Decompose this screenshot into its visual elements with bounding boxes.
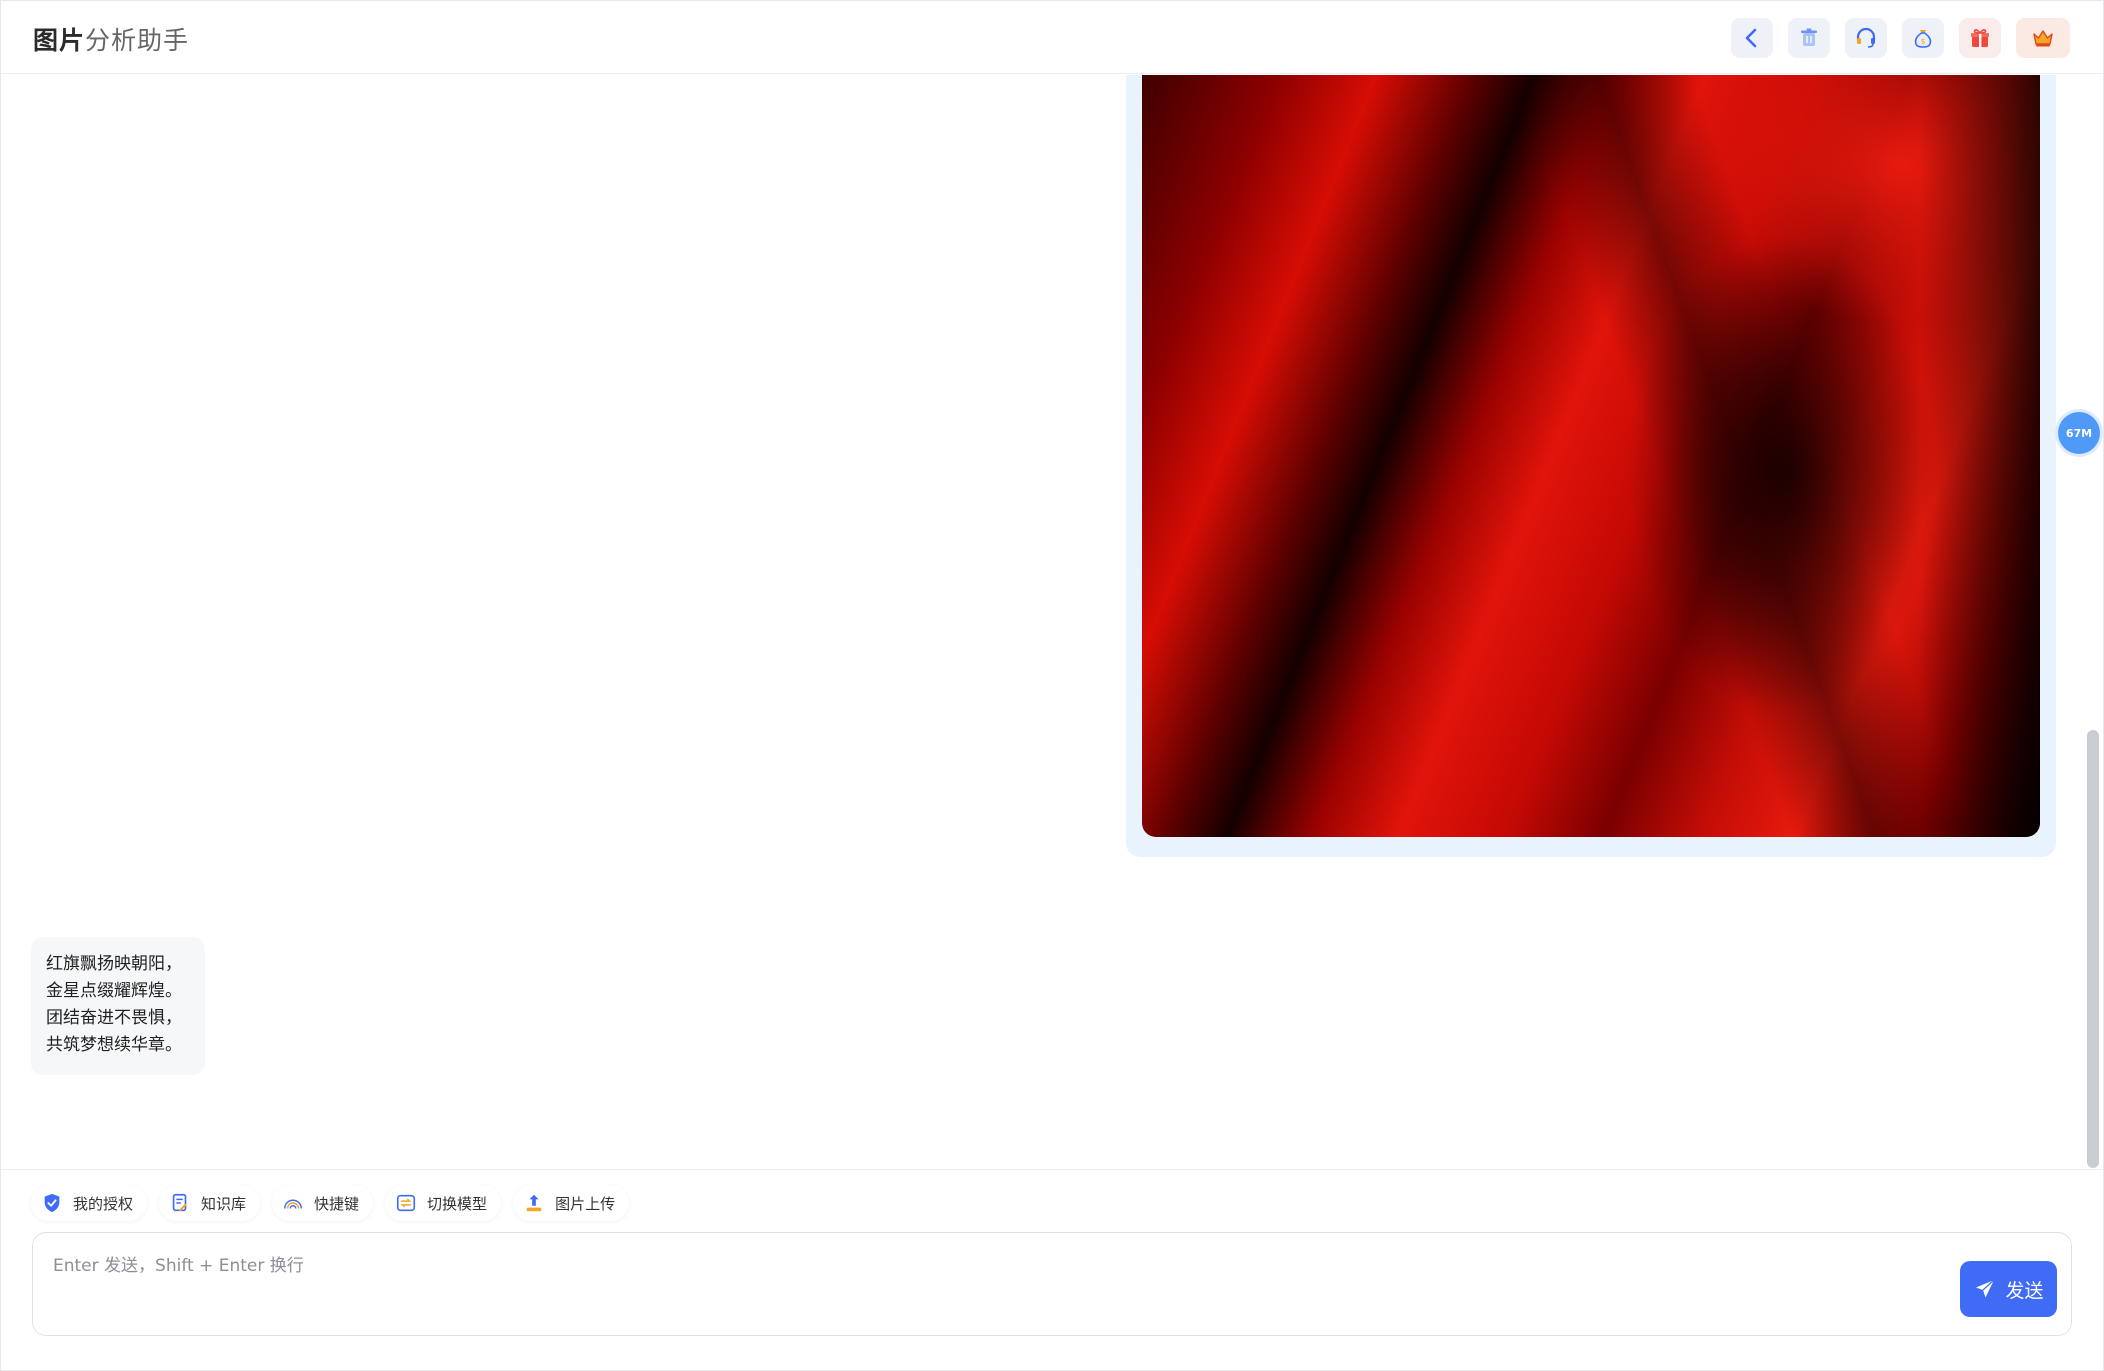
shield-check-icon	[44, 1193, 60, 1213]
tool-label: 快捷键	[314, 1194, 360, 1213]
trash-icon	[1801, 28, 1817, 46]
my-authorization-button[interactable]: 我的授权	[31, 1185, 148, 1221]
wallet-button[interactable]: $	[1902, 18, 1944, 58]
user-image-message	[1126, 75, 2056, 857]
gift-button[interactable]	[1959, 18, 2001, 58]
send-button-label: 发送	[2005, 1279, 2044, 1302]
app-title: 图片分析助手	[33, 21, 189, 57]
back-icon	[1745, 28, 1757, 48]
crown-icon	[2033, 30, 2053, 47]
poem-line: 红旗飘扬映朝阳，	[46, 954, 182, 974]
tool-label: 知识库	[201, 1194, 247, 1213]
tool-label: 切换模型	[427, 1194, 488, 1213]
composer-area: 我的授权 知识库 快捷键 切换模型 图片上传 发送	[1, 1169, 2103, 1369]
vip-button[interactable]	[2016, 18, 2070, 58]
app-title-part2: 分析助手	[85, 26, 190, 55]
app-window: 图片分析助手 $ 红旗飘扬映朝阳， 金星点缀耀辉煌。 团结奋进不畏惧， 共筑梦想…	[0, 0, 2104, 1371]
gift-icon	[1971, 29, 1989, 47]
assistant-message: 红旗飘扬映朝阳， 金星点缀耀辉煌。 团结奋进不畏惧， 共筑梦想续华章。	[31, 937, 205, 1075]
back-button[interactable]	[1731, 18, 1773, 58]
shortcuts-button[interactable]: 快捷键	[272, 1185, 374, 1221]
header-bar: 图片分析助手 $	[1, 1, 2103, 74]
poem-line: 共筑梦想续华章。	[46, 1035, 182, 1055]
rainbow-icon	[284, 1199, 303, 1209]
memory-usage-badge[interactable]: 67M	[2058, 412, 2100, 454]
svg-text:$: $	[1920, 37, 1925, 46]
send-button[interactable]: 发送	[1960, 1261, 2057, 1317]
headset-icon	[1856, 27, 1876, 48]
message-input[interactable]	[53, 1251, 1953, 1311]
app-title-part1: 图片	[33, 26, 86, 55]
switch-icon	[396, 1194, 416, 1212]
tool-label: 我的授权	[73, 1194, 134, 1213]
message-input-box: 发送	[32, 1232, 2072, 1336]
chat-area[interactable]: 红旗飘扬映朝阳， 金星点缀耀辉煌。 团结奋进不畏惧， 共筑梦想续华章。	[1, 75, 2103, 1169]
money-bag-icon: $	[1914, 30, 1932, 48]
send-icon	[1976, 1279, 1995, 1298]
upload-icon	[526, 1194, 542, 1212]
image-upload-button[interactable]: 图片上传	[513, 1185, 630, 1221]
support-button[interactable]	[1845, 18, 1887, 58]
tool-label: 图片上传	[555, 1194, 616, 1213]
document-icon	[172, 1193, 187, 1212]
image-edge-shadow	[1920, 75, 2040, 837]
poem-line: 金星点缀耀辉煌。	[46, 981, 182, 1001]
switch-model-button[interactable]: 切换模型	[385, 1185, 502, 1221]
image-fold-shadow	[1142, 75, 2040, 837]
knowledge-base-button[interactable]: 知识库	[159, 1185, 261, 1221]
poem-line: 团结奋进不畏惧，	[46, 1008, 182, 1028]
clear-chat-button[interactable]	[1788, 18, 1830, 58]
uploaded-image-red-fabric[interactable]	[1142, 75, 2040, 837]
chat-scrollbar-thumb[interactable]	[2087, 730, 2099, 1168]
header-actions: $	[1731, 18, 2070, 58]
composer-toolbar: 我的授权 知识库 快捷键 切换模型 图片上传	[31, 1185, 630, 1221]
